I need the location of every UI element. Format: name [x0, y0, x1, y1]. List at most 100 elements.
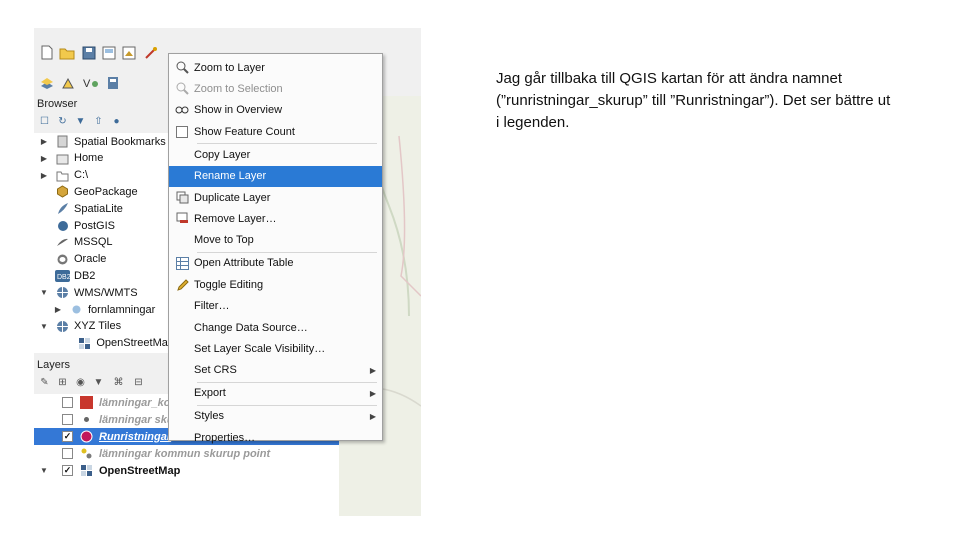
- menu-item[interactable]: Styles ▶: [169, 406, 382, 427]
- new-project-icon[interactable]: [38, 44, 55, 61]
- menu-item-label: Zoom to Layer: [194, 61, 265, 74]
- menu-item-label: Change Data Source…: [194, 321, 308, 334]
- layer-filter-icon[interactable]: ▼: [92, 376, 105, 389]
- pencil-icon: [174, 277, 190, 293]
- browser-item[interactable]: Oracle: [34, 251, 174, 268]
- layer-row[interactable]: ▼ ✓ OpenStreetMap: [34, 462, 339, 479]
- menu-item[interactable]: Set Layer Scale Visibility…: [169, 338, 382, 359]
- menu-item-label: Move to Top: [194, 234, 254, 247]
- submenu-arrow-icon: ▶: [369, 388, 376, 398]
- layer-name: lämningar kommun skurup point: [99, 447, 271, 460]
- map-themes-icon[interactable]: ◉: [74, 376, 87, 389]
- layout-manager-icon[interactable]: [120, 44, 137, 61]
- expand-all-icon[interactable]: ⊟: [132, 376, 145, 389]
- browser-item-label: GeoPackage: [74, 185, 138, 198]
- style-dock-icon[interactable]: ✎: [38, 376, 51, 389]
- menu-item[interactable]: Open Attribute Table: [169, 253, 382, 274]
- browser-item-label: MSSQL: [74, 236, 113, 249]
- layer-manager-icon[interactable]: [38, 74, 55, 91]
- browser-item-label: XYZ Tiles: [74, 320, 122, 333]
- layer-visibility-checkbox[interactable]: [62, 414, 73, 425]
- menu-item-label: Set CRS: [194, 364, 237, 377]
- menu-item[interactable]: Filter…: [169, 296, 382, 317]
- calculator-icon[interactable]: [104, 74, 121, 91]
- menu-item[interactable]: Show in Overview: [169, 100, 382, 121]
- table-icon: [174, 255, 190, 271]
- browser-item[interactable]: ▼ WMS/WMTS: [34, 284, 174, 301]
- browser-item[interactable]: GeoPackage: [34, 183, 174, 200]
- menu-item-label: Copy Layer: [194, 148, 251, 161]
- checkbox-icon: [174, 124, 190, 140]
- menu-item[interactable]: Duplicate Layer: [169, 187, 382, 208]
- menu-item[interactable]: Change Data Source…: [169, 317, 382, 338]
- browser-item[interactable]: SpatiaLite: [34, 200, 174, 217]
- info-icon[interactable]: ●: [110, 115, 123, 128]
- layout-icon[interactable]: [100, 44, 117, 61]
- menu-item-label: Open Attribute Table: [194, 257, 294, 270]
- layer-visibility-checkbox[interactable]: ✓: [62, 465, 73, 476]
- browser-item[interactable]: ▶ C:\: [34, 167, 174, 184]
- layer-visibility-checkbox[interactable]: [62, 448, 73, 459]
- menu-item[interactable]: Show Feature Count: [169, 121, 382, 142]
- menu-item[interactable]: Move to Top: [169, 230, 382, 251]
- browser-item-label: Spatial Bookmarks: [74, 135, 166, 148]
- expand-arrow-icon[interactable]: ▶: [38, 137, 50, 146]
- blank-icon: [174, 408, 190, 424]
- db2-icon: DB2: [54, 269, 70, 282]
- vector-icon[interactable]: V: [82, 74, 99, 91]
- menu-item[interactable]: Copy Layer: [169, 144, 382, 165]
- menu-item[interactable]: Export ▶: [169, 383, 382, 404]
- menu-item[interactable]: Zoom to Layer: [169, 57, 382, 78]
- layer-visibility-checkbox[interactable]: [62, 397, 73, 408]
- browser-item[interactable]: PostGIS: [34, 217, 174, 234]
- menu-item-label: Properties…: [194, 431, 256, 444]
- blank-icon: [174, 232, 190, 248]
- layer-expand-icon[interactable]: ▼: [40, 466, 50, 475]
- expand-arrow-icon[interactable]: ▶: [38, 154, 50, 163]
- browser-item[interactable]: OpenStreetMap: [34, 335, 174, 352]
- open-project-icon[interactable]: [58, 44, 75, 61]
- browser-item[interactable]: ▶ Spatial Bookmarks: [34, 133, 174, 150]
- collapse-all-icon[interactable]: ⇧: [92, 115, 105, 128]
- filter-icon[interactable]: ▼: [74, 115, 87, 128]
- browser-tree: ▶ Spatial Bookmarks ▶ Home ▶ C:\ GeoPackage Spa…: [34, 133, 174, 353]
- digitize-icon[interactable]: [60, 74, 77, 91]
- qgis-screenshot: V Browser ☐ ↻ ▼ ⇧ ● ▶ Spatial Bookmarks ▶ H…: [34, 28, 421, 516]
- overview-icon: [174, 102, 190, 118]
- add-selected-icon[interactable]: ☐: [38, 115, 51, 128]
- expand-arrow-icon[interactable]: ▼: [38, 288, 50, 297]
- menu-item-label: Show Feature Count: [194, 125, 295, 138]
- style-manager-icon[interactable]: [142, 44, 159, 61]
- tiles-icon: [77, 337, 92, 350]
- layer-name: lämningar_kor: [99, 396, 175, 409]
- menu-item[interactable]: Zoom to Selection: [169, 78, 382, 99]
- expand-arrow-icon[interactable]: ▶: [38, 171, 50, 180]
- menu-item-label: Rename Layer: [194, 170, 267, 183]
- browser-item[interactable]: ▼ XYZ Tiles: [34, 318, 174, 335]
- save-project-icon[interactable]: [80, 44, 97, 61]
- submenu-arrow-icon: ▶: [369, 365, 376, 375]
- layer-context-menu: Zoom to Layer Zoom to Selection Show in Ov…: [168, 53, 383, 444]
- expand-arrow-icon[interactable]: ▼: [38, 322, 50, 331]
- spatialite-feather-icon: [54, 202, 70, 215]
- menu-item-label: Toggle Editing: [194, 278, 264, 291]
- add-group-icon[interactable]: ⊞: [56, 376, 69, 389]
- blank-icon: [174, 298, 190, 314]
- menu-item[interactable]: Set CRS ▶: [169, 360, 382, 381]
- blank-icon: [174, 168, 190, 184]
- menu-item[interactable]: Rename Layer: [169, 165, 382, 187]
- browser-item[interactable]: MSSQL: [34, 234, 174, 251]
- menu-item[interactable]: Toggle Editing: [169, 274, 382, 295]
- refresh-icon[interactable]: ↻: [56, 115, 69, 128]
- layer-visibility-checkbox[interactable]: ✓: [62, 431, 73, 442]
- expand-arrow-icon[interactable]: ▶: [52, 305, 64, 314]
- browser-item[interactable]: ▶ Home: [34, 150, 174, 167]
- menu-item-label: Duplicate Layer: [194, 191, 271, 204]
- filter-legend-icon[interactable]: ⌘: [112, 376, 125, 389]
- menu-item[interactable]: Remove Layer…: [169, 208, 382, 229]
- menu-item[interactable]: Properties…: [169, 427, 382, 448]
- globe-icon: [54, 286, 70, 299]
- menu-item-label: Filter…: [194, 300, 230, 313]
- browser-item[interactable]: DB2 DB2: [34, 267, 174, 284]
- browser-item[interactable]: ▶ fornlamningar: [34, 301, 174, 318]
